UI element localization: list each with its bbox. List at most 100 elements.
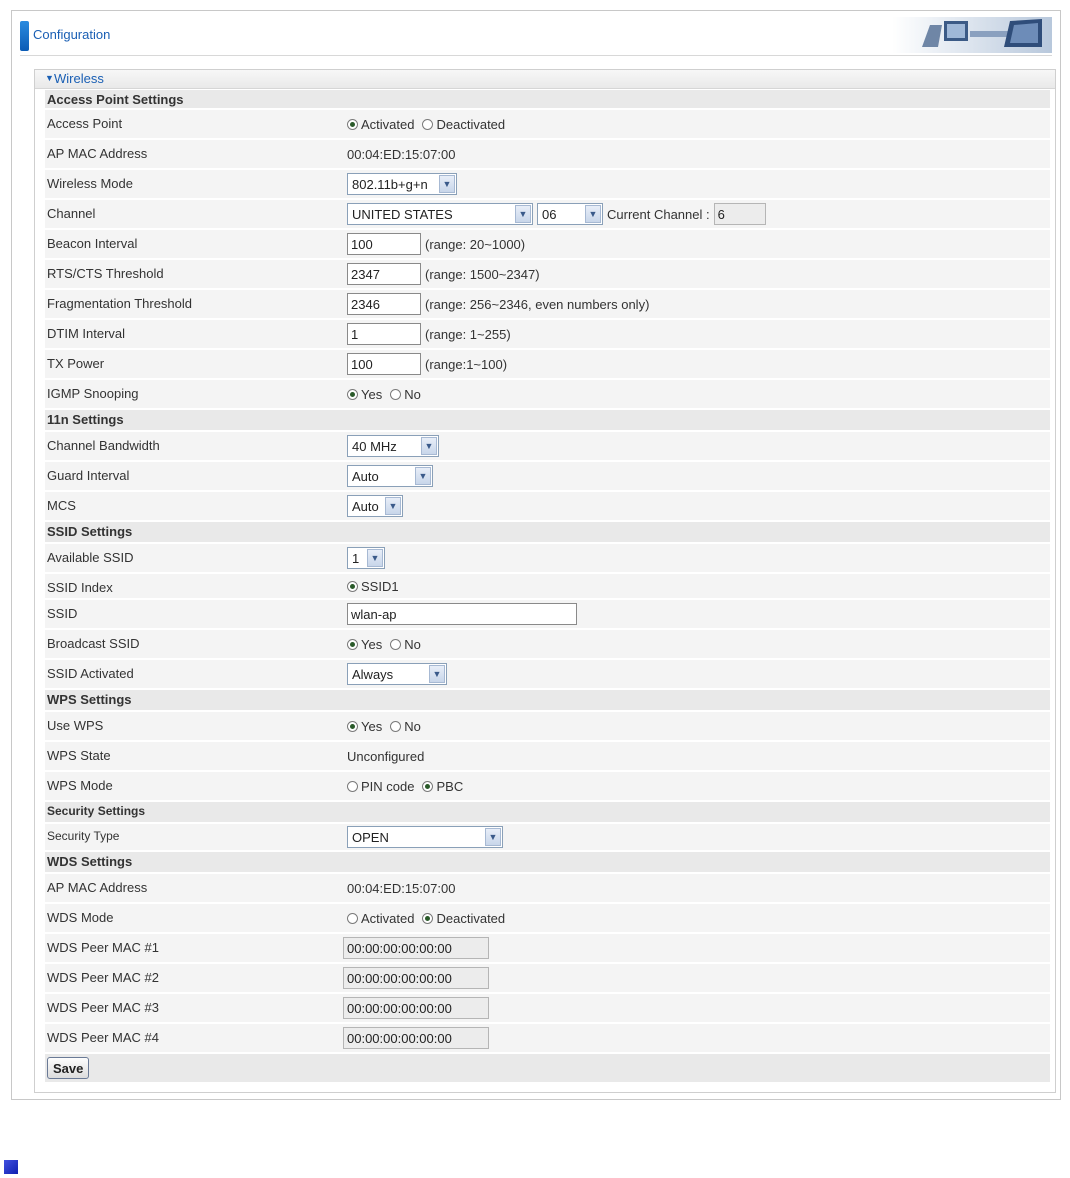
beacon-interval-hint: (range: 20~1000)	[425, 236, 526, 252]
rts-threshold-input[interactable]: 2347	[347, 263, 421, 285]
row-access-point: Access Point Activated Deactivated	[45, 110, 1050, 139]
radio-selected-icon	[422, 912, 434, 924]
save-button[interactable]: Save	[47, 1057, 90, 1079]
row-wds-ap-mac: AP MAC Address 00:04:ED:15:07:00	[45, 874, 1050, 903]
select-value: Always	[352, 666, 394, 682]
use-wps-yes-radio[interactable]: Yes	[347, 719, 382, 734]
wds-ap-mac-label: AP MAC Address	[47, 880, 148, 895]
wds-peer-4-field: 00:00:00:00:00:00	[343, 1027, 489, 1049]
igmp-no-radio[interactable]: No	[390, 387, 421, 402]
radio-label: Activated	[361, 116, 415, 132]
row-fragmentation-threshold: Fragmentation Threshold 2346 (range: 256…	[45, 290, 1050, 319]
chevron-down-icon: ▼	[439, 175, 455, 193]
igmp-snooping-label: IGMP Snooping	[47, 386, 139, 401]
radio-selected-icon	[347, 118, 358, 130]
collapse-triangle-icon: ▼	[45, 73, 54, 83]
access-point-deactivated-radio[interactable]: Deactivated	[422, 117, 505, 132]
current-channel-field: 6	[713, 203, 766, 225]
mcs-select[interactable]: Auto ▼	[347, 495, 403, 517]
rts-threshold-value: 2347 (range: 1500~2347)	[347, 260, 540, 288]
wps-state-value: Unconfigured	[347, 748, 425, 764]
section-11n-settings: 11n Settings	[45, 410, 1050, 431]
wds-mode-value: Activated Deactivated	[347, 904, 509, 932]
chevron-down-icon: ▼	[485, 828, 501, 846]
wps-pbc-radio[interactable]: PBC	[422, 779, 463, 794]
dtim-interval-input[interactable]: 1	[347, 323, 421, 345]
radio-label: Deactivated	[436, 910, 506, 926]
select-value: 40 MHz	[352, 438, 397, 454]
channel-label: Channel	[47, 206, 96, 221]
access-point-activated-radio[interactable]: Activated	[347, 117, 414, 132]
radio-selected-icon	[347, 580, 358, 592]
radio-selected-icon	[347, 638, 358, 650]
chevron-down-icon: ▼	[585, 205, 601, 223]
channel-select[interactable]: 06 ▼	[537, 203, 603, 225]
guard-interval-select[interactable]: Auto ▼	[347, 465, 433, 487]
wds-deactivated-radio[interactable]: Deactivated	[422, 911, 505, 926]
tx-power-input[interactable]: 100	[347, 353, 421, 375]
access-point-value: Activated Deactivated	[347, 110, 509, 138]
fragmentation-threshold-input[interactable]: 2346	[347, 293, 421, 315]
igmp-snooping-value: Yes No	[347, 380, 425, 408]
select-value: UNITED STATES	[352, 206, 453, 222]
wds-peer-1-value: 00:00:00:00:00:00	[343, 934, 489, 962]
igmp-yes-radio[interactable]: Yes	[347, 387, 382, 402]
radio-unselected-icon	[347, 780, 358, 792]
mcs-value: Auto ▼	[347, 492, 403, 520]
wireless-mode-value: 802.11b+g+n ▼	[347, 170, 457, 198]
section-title: SSID Settings	[47, 524, 133, 539]
wireless-mode-select[interactable]: 802.11b+g+n ▼	[347, 173, 457, 195]
row-ssid-index: SSID Index SSID1	[45, 574, 1050, 599]
chevron-down-icon: ▼	[415, 467, 431, 485]
chevron-down-icon: ▼	[421, 437, 437, 455]
beacon-interval-input[interactable]: 100	[347, 233, 421, 255]
wds-activated-radio[interactable]: Activated	[347, 911, 414, 926]
radio-label: PBC	[436, 778, 464, 794]
use-wps-value: Yes No	[347, 712, 425, 740]
row-wds-peer-1: WDS Peer MAC #1 00:00:00:00:00:00	[45, 934, 1050, 963]
wps-pin-code-radio[interactable]: PIN code	[347, 779, 414, 794]
wps-state-label: WPS State	[47, 748, 111, 763]
radio-label: Activated	[361, 910, 415, 926]
select-value: 06	[542, 206, 557, 222]
radio-unselected-icon	[390, 638, 402, 650]
broadcast-no-radio[interactable]: No	[390, 637, 421, 652]
wireless-mode-label: Wireless Mode	[47, 176, 133, 191]
wds-ap-mac-value: 00:04:ED:15:07:00	[347, 880, 456, 896]
wds-peer-3-value: 00:00:00:00:00:00	[343, 994, 489, 1022]
channel-bandwidth-select[interactable]: 40 MHz ▼	[347, 435, 439, 457]
row-igmp-snooping: IGMP Snooping Yes No	[45, 380, 1050, 409]
section-title: WPS Settings	[47, 692, 132, 707]
section-ssid-settings: SSID Settings	[45, 522, 1050, 543]
ssid1-radio[interactable]: SSID1	[347, 579, 399, 594]
ssid-activated-label: SSID Activated	[47, 666, 134, 681]
use-wps-no-radio[interactable]: No	[390, 719, 421, 734]
wds-peer-2-field: 00:00:00:00:00:00	[343, 967, 489, 989]
wds-peer-3-label: WDS Peer MAC #3	[47, 1000, 159, 1015]
current-channel-label: Current Channel :	[607, 206, 710, 222]
security-type-select[interactable]: OPEN ▼	[347, 826, 503, 848]
row-wds-peer-2: WDS Peer MAC #2 00:00:00:00:00:00	[45, 964, 1050, 993]
wireless-panel-title: Wireless	[54, 71, 104, 86]
row-channel: Channel UNITED STATES ▼ 06 ▼ Current Chann…	[45, 200, 1050, 229]
section-title: 11n Settings	[47, 412, 124, 427]
wds-peer-4-value: 00:00:00:00:00:00	[343, 1024, 489, 1052]
radio-label: No	[404, 718, 421, 734]
row-guard-interval: Guard Interval Auto ▼	[45, 462, 1050, 491]
ssid-activated-select[interactable]: Always ▼	[347, 663, 447, 685]
country-select[interactable]: UNITED STATES ▼	[347, 203, 533, 225]
fragmentation-threshold-hint: (range: 256~2346, even numbers only)	[425, 296, 650, 312]
broadcast-ssid-value: Yes No	[347, 630, 425, 658]
radio-selected-icon	[347, 720, 358, 732]
page-title: Configuration	[33, 27, 111, 42]
select-value: 1	[352, 550, 360, 566]
channel-bandwidth-label: Channel Bandwidth	[47, 438, 160, 453]
section-title: Security Settings	[47, 804, 146, 818]
chevron-down-icon: ▼	[515, 205, 531, 223]
wds-peer-2-label: WDS Peer MAC #2	[47, 970, 159, 985]
wireless-panel-header[interactable]: ▼ Wireless	[35, 70, 1055, 89]
row-tx-power: TX Power 100 (range:1~100)	[45, 350, 1050, 379]
broadcast-yes-radio[interactable]: Yes	[347, 637, 382, 652]
ssid-input[interactable]: wlan-ap	[347, 603, 577, 625]
available-ssid-select[interactable]: 1 ▼	[347, 547, 385, 569]
